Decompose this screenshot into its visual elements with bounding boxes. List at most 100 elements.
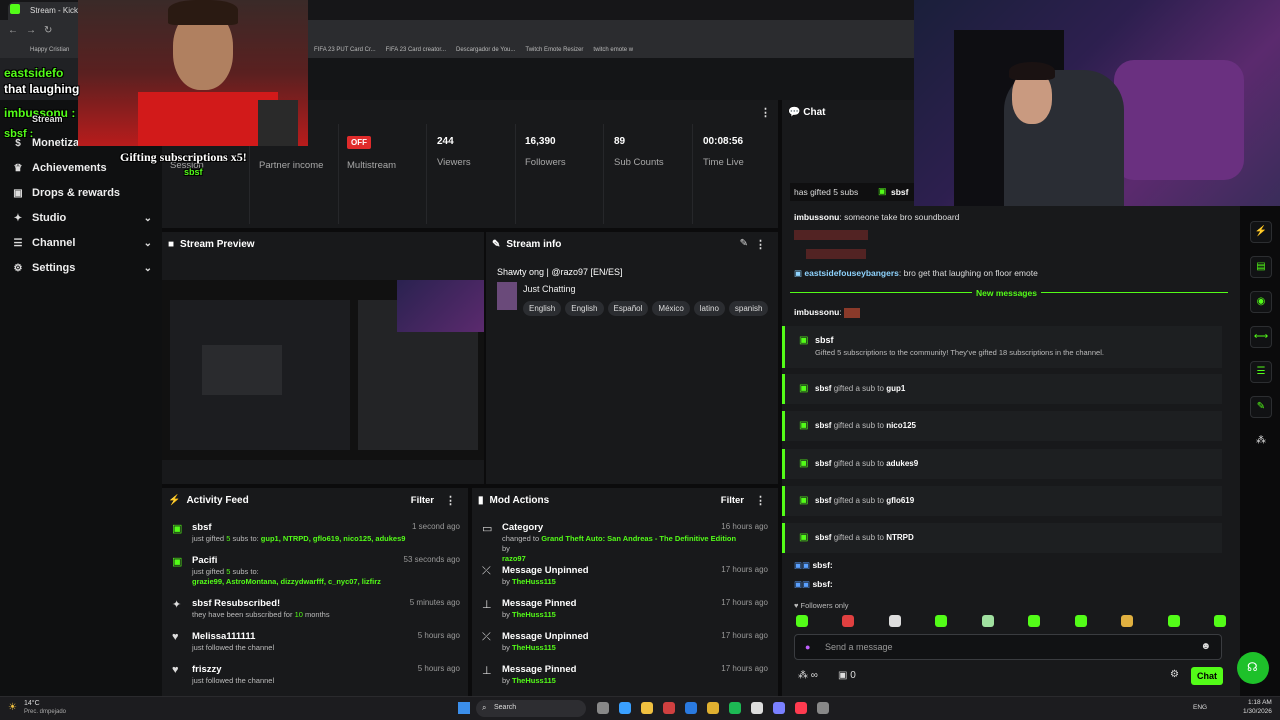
tag-chip[interactable]: spanish xyxy=(728,301,769,316)
category-name[interactable]: Just Chatting xyxy=(523,284,576,294)
chat-username[interactable]: sbsf: xyxy=(812,560,832,570)
microphone-icon[interactable]: ● xyxy=(805,642,810,652)
app-icon[interactable] xyxy=(817,702,829,714)
task-view-icon[interactable] xyxy=(597,702,609,714)
obs-icon[interactable] xyxy=(751,702,763,714)
windows-start-icon[interactable] xyxy=(458,702,470,714)
preview-video[interactable] xyxy=(162,280,484,460)
chat-username[interactable]: eastsidefouseybangers xyxy=(804,268,898,278)
mod-action-link[interactable]: Grand Theft Auto: San Andreas - The Defi… xyxy=(541,534,736,543)
wrench-icon[interactable]: ✎ xyxy=(1250,396,1272,418)
arrows-icon[interactable]: ⟷ xyxy=(1250,326,1272,348)
bookmark-item[interactable]: FIFA 23 Card creator... xyxy=(386,47,446,53)
taskbar-search[interactable]: ⌕ Search xyxy=(476,700,586,717)
edge-icon[interactable] xyxy=(619,702,631,714)
music-icon[interactable] xyxy=(795,702,807,714)
sidebar-item-studio[interactable]: ✦ Studio ⌄ xyxy=(12,212,152,224)
emoji-icon[interactable]: ☻ xyxy=(1200,641,1211,652)
points-counter[interactable]: ⁂ ∞ xyxy=(798,670,818,681)
bookmark-item[interactable]: Happy Cristian xyxy=(30,47,69,53)
gift-target[interactable]: NTRPD xyxy=(886,533,914,542)
back-icon[interactable]: ← xyxy=(8,25,18,36)
bookmark-item[interactable]: Descargador de You... xyxy=(456,47,515,53)
gift-user[interactable]: sbsf xyxy=(815,496,831,505)
emote-icon[interactable] xyxy=(935,615,948,627)
discord-icon[interactable] xyxy=(773,702,785,714)
mod-action-user[interactable]: TheHuss115 xyxy=(512,577,556,586)
chat-bubble-icon[interactable]: ◉ xyxy=(1250,291,1272,313)
clock-time[interactable]: 1:18 AM xyxy=(1248,699,1272,706)
chat-input[interactable]: ● Send a message ☻ xyxy=(794,634,1222,660)
sidebar-item-drops[interactable]: ▣ Drops & rewards xyxy=(12,187,152,199)
spotify-icon[interactable] xyxy=(729,702,741,714)
tag-chip[interactable]: Español xyxy=(607,301,649,316)
gift-user[interactable]: sbsf xyxy=(815,335,834,345)
bolt-icon[interactable]: ⚡ xyxy=(1250,221,1272,243)
chat-username[interactable]: sbsf: xyxy=(812,579,832,589)
gift-target[interactable]: nico125 xyxy=(886,421,916,430)
chat-username[interactable]: imbussonu xyxy=(794,212,839,222)
mod-action-user[interactable]: TheHuss115 xyxy=(512,643,556,652)
tag-chip[interactable]: English xyxy=(523,301,562,316)
viewers-value: 244 xyxy=(437,136,454,147)
gift-counter[interactable]: ▣ 0 xyxy=(838,670,856,681)
filter-button[interactable]: Filter xyxy=(721,495,744,506)
emote-icon[interactable] xyxy=(842,615,855,627)
activity-user[interactable]: sbsf xyxy=(192,522,212,533)
more-icon[interactable]: ⋮ xyxy=(755,238,766,251)
activity-user[interactable]: Pacifi xyxy=(192,555,217,566)
filter-button[interactable]: Filter xyxy=(411,495,434,506)
gift-user[interactable]: sbsf xyxy=(815,421,831,430)
activity-user[interactable]: friszzy xyxy=(192,664,222,675)
more-icon[interactable]: ⋮ xyxy=(755,494,766,507)
help-button[interactable]: ☊ xyxy=(1237,652,1269,684)
emote-icon[interactable] xyxy=(1121,615,1134,627)
emote-icon[interactable] xyxy=(1167,615,1180,627)
tag-chip[interactable]: English xyxy=(565,301,604,316)
gift-user[interactable]: sbsf xyxy=(815,384,831,393)
chrome-icon[interactable] xyxy=(707,702,719,714)
mod-action-user[interactable]: TheHuss115 xyxy=(512,676,556,685)
activity-user[interactable]: sbsf Resubscribed! xyxy=(192,598,280,609)
gift-target[interactable]: adukes9 xyxy=(886,459,918,468)
activity-users[interactable]: grazie99, AstroMontana, dizzydwarfff, c_… xyxy=(192,577,381,586)
more-icon[interactable]: ⋮ xyxy=(760,106,771,119)
mod-action-user[interactable]: TheHuss115 xyxy=(512,610,556,619)
clipboard-icon[interactable]: ▤ xyxy=(1250,256,1272,278)
emote-icon[interactable] xyxy=(796,615,808,627)
sidebar-item-settings[interactable]: ⚙ Settings ⌄ xyxy=(12,262,152,274)
edit-icon[interactable]: ✎ xyxy=(740,238,748,249)
activity-user[interactable]: Melissa111111 xyxy=(192,631,255,642)
share-icon[interactable]: ⁂ xyxy=(1250,431,1272,453)
sidebar-item-channel[interactable]: ☰ Channel ⌄ xyxy=(12,237,152,249)
emote-icon[interactable] xyxy=(981,615,994,627)
gift-target[interactable]: gflo619 xyxy=(886,496,914,505)
emote-icon[interactable] xyxy=(888,615,901,627)
more-icon[interactable]: ⋮ xyxy=(445,494,456,507)
tag-chip[interactable]: latino xyxy=(693,301,725,316)
chat-settings-icon[interactable]: ⚙ xyxy=(1170,669,1179,680)
emote-icon[interactable] xyxy=(1074,615,1087,627)
emote-icon[interactable] xyxy=(1213,615,1226,627)
language-indicator[interactable]: ENG xyxy=(1193,704,1207,711)
mail-icon[interactable] xyxy=(685,702,697,714)
weather-temp[interactable]: 14°C xyxy=(24,700,40,707)
gift-user[interactable]: sbsf xyxy=(815,459,831,468)
forward-icon[interactable]: → xyxy=(26,25,36,36)
chat-username[interactable]: imbussonu xyxy=(794,307,839,317)
gift-target[interactable]: gup1 xyxy=(886,384,905,393)
points-icon: ⁂ xyxy=(798,670,811,681)
chat-send-button[interactable]: Chat xyxy=(1191,667,1223,685)
bookmark-item[interactable]: twitch emote w xyxy=(593,47,633,53)
emote-icon[interactable] xyxy=(1028,615,1041,627)
mod-action-user[interactable]: razo97 xyxy=(502,554,526,563)
reload-icon[interactable]: ↻ xyxy=(44,25,52,36)
store-icon[interactable] xyxy=(663,702,675,714)
gift-user[interactable]: sbsf xyxy=(815,533,831,542)
list-icon[interactable]: ☰ xyxy=(1250,361,1272,383)
tag-chip[interactable]: México xyxy=(652,301,690,316)
bookmark-item[interactable]: Twitch Emote Resizer xyxy=(525,47,583,53)
explorer-icon[interactable] xyxy=(641,702,653,714)
activity-users[interactable]: gup1, NTRPD, gflo619, nico125, adukes9 xyxy=(261,534,406,543)
bookmark-item[interactable]: FIFA 23 PUT Card Cr... xyxy=(314,47,376,53)
